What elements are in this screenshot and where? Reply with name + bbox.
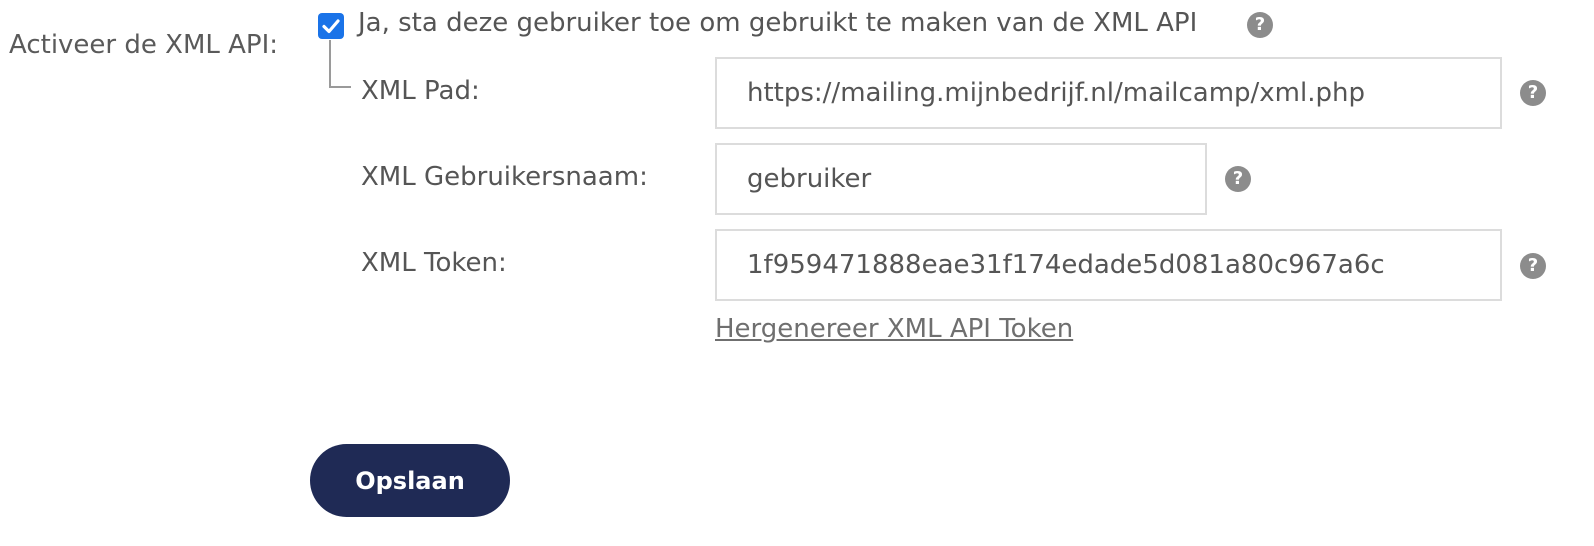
checkmark-icon	[322, 19, 340, 34]
xml-username-label: XML Gebruikersnaam:	[361, 162, 648, 192]
enable-xml-api-checkbox[interactable]	[318, 13, 344, 39]
xml-path-input[interactable]	[715, 57, 1502, 129]
xml-username-input[interactable]	[715, 143, 1207, 215]
save-button[interactable]: Opslaan	[310, 444, 510, 517]
tree-connector-line	[329, 40, 351, 88]
enable-xml-api-label[interactable]: Ja, sta deze gebruiker toe om gebruikt t…	[358, 8, 1197, 38]
xml-token-help-icon[interactable]: ?	[1520, 253, 1546, 279]
xml-username-help-icon[interactable]: ?	[1225, 166, 1251, 192]
xml-path-help-icon[interactable]: ?	[1520, 80, 1546, 106]
xml-token-input[interactable]	[715, 229, 1502, 301]
xml-token-label: XML Token:	[361, 248, 507, 278]
xml-path-label: XML Pad:	[361, 76, 480, 106]
enable-help-icon[interactable]: ?	[1247, 12, 1273, 38]
regenerate-token-link[interactable]: Hergenereer XML API Token	[715, 314, 1073, 344]
xml-api-section-label: Activeer de XML API:	[9, 30, 279, 60]
